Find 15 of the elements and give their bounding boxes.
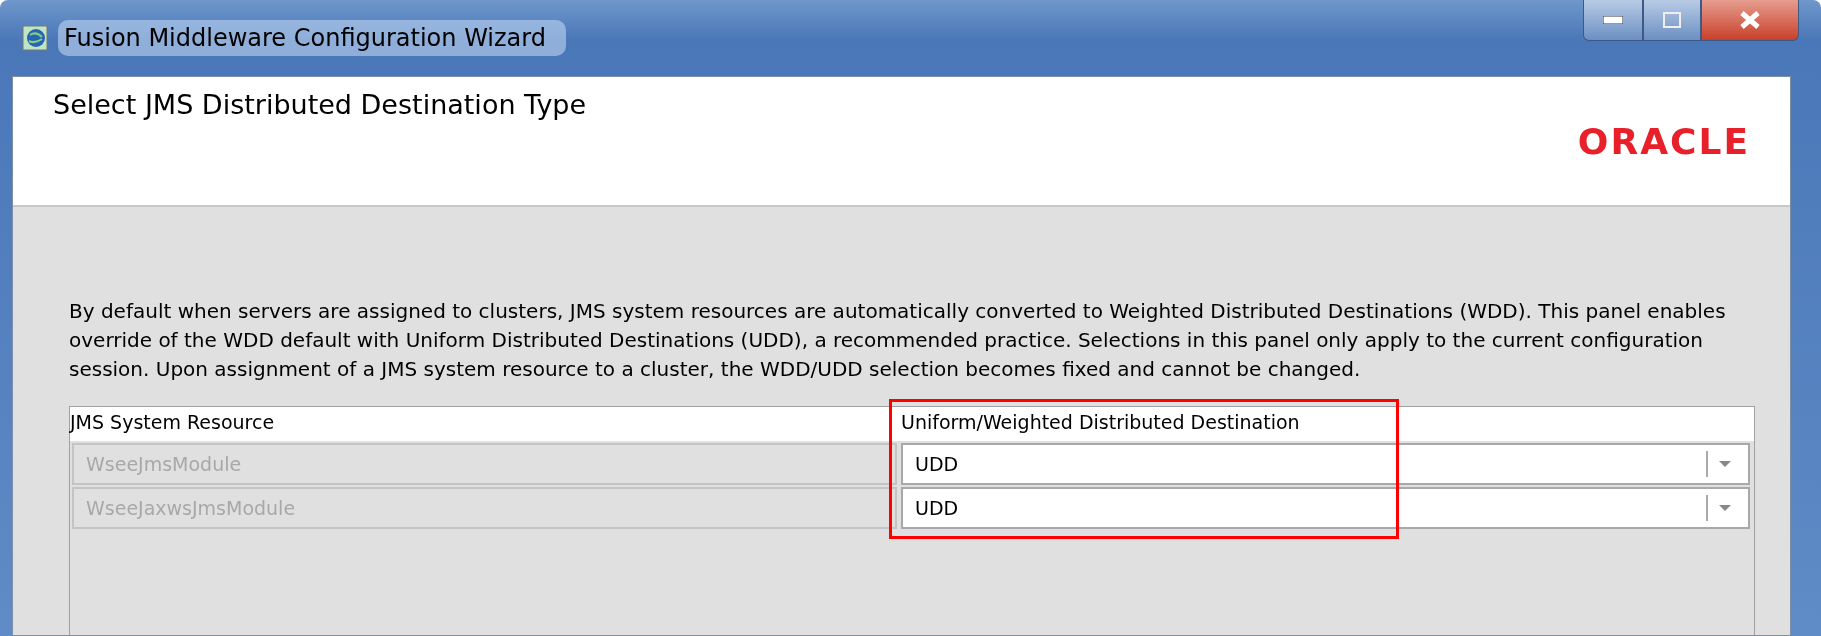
- maximize-icon: [1663, 12, 1681, 28]
- close-icon: [1739, 11, 1761, 29]
- description-text: By default when servers are assigned to clusters, JMS system resources are automatically converted to Weighted Distributed Destinations (WDD). This panel enables override of the WDD default with Uniform Distributed Destinations (UDD), a recommended practice. Selections in this panel only apply to the current configuration session. Upon assignment of a JMS system resource to a cluster, the WDD/UDD selection becomes fixed and cannot be changed.: [69, 298, 1727, 383]
- maximize-button[interactable]: [1643, 0, 1701, 41]
- close-button[interactable]: [1701, 0, 1799, 41]
- column-header: JMS System Resource: [70, 410, 276, 435]
- minimize-button[interactable]: [1583, 0, 1643, 41]
- window-title: Fusion Middleware Configuration Wizard: [58, 20, 566, 56]
- table-cell: WseeJaxwsJmsModule: [72, 487, 897, 529]
- globe-icon: [22, 25, 48, 51]
- page-title: Select JMS Distributed Destination Type: [53, 89, 587, 120]
- column-header: Uniform/Weighted Distributed Destination: [900, 410, 1301, 435]
- table-cell: WseeJmsModule: [72, 443, 897, 485]
- minimize-icon: [1603, 16, 1623, 24]
- logo: ORACLE: [1577, 121, 1750, 162]
